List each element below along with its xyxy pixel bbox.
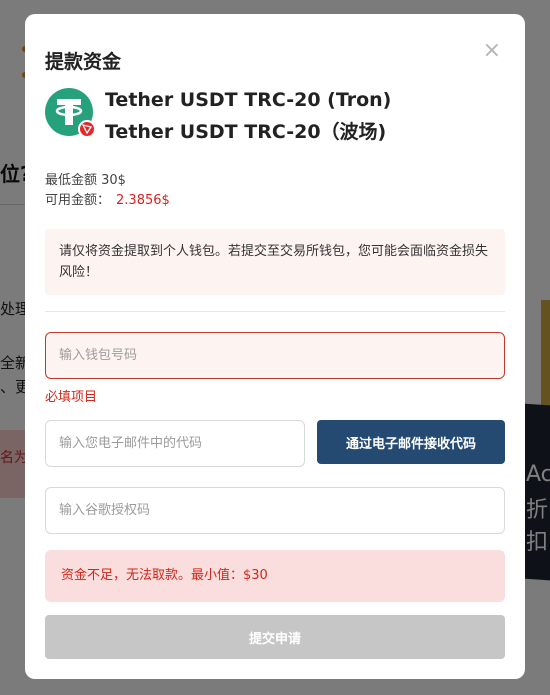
wallet-address-input[interactable] [45, 332, 505, 379]
available-amount: 可用金额： 2.3856$ [45, 191, 170, 211]
coin-name-secondary: Tether USDT TRC-20（波场) [105, 121, 387, 143]
tron-badge-icon [78, 120, 96, 138]
tether-icon [45, 88, 96, 138]
withdraw-modal: 提款资金 × Tether USDT TRC-20 (Tron) Tether … [25, 14, 525, 679]
warning-box: 请仅将资金提取到个人钱包。若提交至交易所钱包，您可能会面临资金损失风险！ [45, 229, 505, 295]
modal-title: 提款资金 [45, 51, 122, 73]
min-amount: 最低金额 30$ [45, 173, 126, 188]
insufficient-funds-alert: 资金不足，无法取款。最小值：$30 [45, 550, 505, 602]
available-value: 2.3856$ [116, 193, 170, 208]
wallet-error-text: 必填项目 [45, 390, 98, 405]
email-code-input[interactable] [45, 420, 305, 467]
divider [45, 311, 505, 312]
send-email-code-button[interactable]: 通过电子邮件接收代码 [317, 420, 505, 464]
coin-info: Tether USDT TRC-20 (Tron) Tether USDT TR… [45, 84, 391, 148]
close-icon[interactable]: × [483, 40, 501, 62]
amount-info: 最低金额 30$ 可用金额： 2.3856$ [45, 171, 170, 211]
available-label: 可用金额： [45, 193, 111, 208]
submit-button[interactable]: 提交申请 [45, 615, 505, 659]
coin-name-primary: Tether USDT TRC-20 (Tron) [105, 89, 392, 111]
google-auth-code-input[interactable] [45, 487, 505, 534]
